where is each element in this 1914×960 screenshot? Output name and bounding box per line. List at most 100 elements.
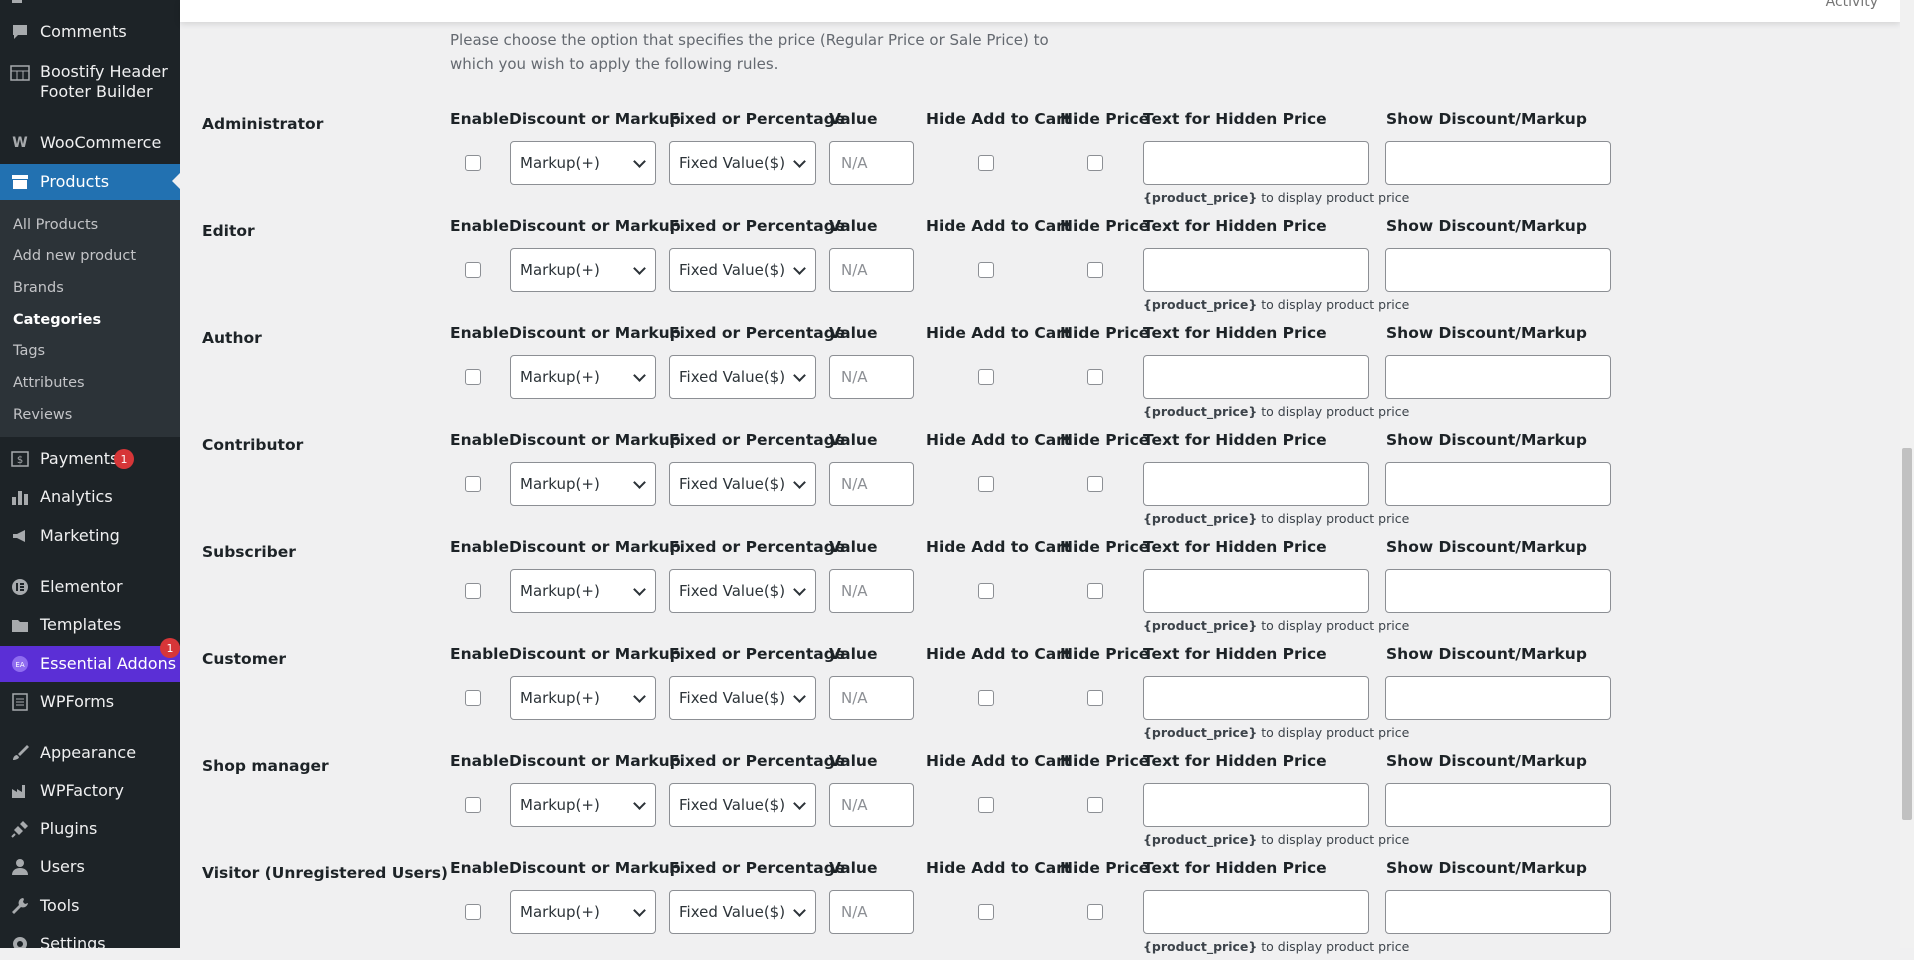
- show-discount-markup-input[interactable]: [1385, 355, 1611, 399]
- menu-users[interactable]: Users: [0, 850, 180, 884]
- menu-tools[interactable]: Tools: [0, 889, 180, 923]
- menu-comments[interactable]: Comments: [0, 15, 180, 49]
- text-hidden-price-input[interactable]: [1143, 248, 1369, 292]
- hide-price-checkbox[interactable]: [1087, 262, 1103, 278]
- hide-add-to-cart-checkbox[interactable]: [978, 155, 994, 171]
- submenu-categories[interactable]: Categories: [13, 311, 101, 329]
- menu-settings[interactable]: Settings: [0, 927, 180, 948]
- hidden-price-hint: {product_price} to display product price: [1143, 725, 1409, 740]
- show-discount-markup-input[interactable]: [1385, 462, 1611, 506]
- menu-appearance[interactable]: Appearance: [0, 736, 180, 770]
- text-hidden-price-input[interactable]: [1143, 890, 1369, 934]
- menu-products[interactable]: Products: [0, 164, 180, 200]
- submenu-add-new-product[interactable]: Add new product: [13, 247, 136, 265]
- hide-price-checkbox[interactable]: [1087, 690, 1103, 706]
- hide-add-to-cart-checkbox[interactable]: [978, 690, 994, 706]
- value-input[interactable]: N/A: [829, 355, 914, 399]
- enable-checkbox[interactable]: [465, 155, 481, 171]
- enable-checkbox[interactable]: [465, 476, 481, 492]
- select-value: Fixed Value($): [679, 261, 786, 279]
- hint-token: {product_price}: [1143, 832, 1258, 847]
- show-discount-markup-input[interactable]: [1385, 676, 1611, 720]
- show-discount-markup-input[interactable]: [1385, 890, 1611, 934]
- svg-text:$: $: [17, 455, 23, 466]
- text-hidden-price-input[interactable]: [1143, 355, 1369, 399]
- value-input[interactable]: N/A: [829, 462, 914, 506]
- hide-add-to-cart-checkbox[interactable]: [978, 583, 994, 599]
- hide-price-checkbox[interactable]: [1087, 476, 1103, 492]
- hide-price-checkbox[interactable]: [1087, 155, 1103, 171]
- hide-price-checkbox[interactable]: [1087, 369, 1103, 385]
- hide-add-to-cart-checkbox[interactable]: [978, 904, 994, 920]
- text-hidden-price-input[interactable]: [1143, 569, 1369, 613]
- value-header: Value: [829, 110, 878, 128]
- show-discount-markup-input[interactable]: [1385, 141, 1611, 185]
- text-hidden-price-input[interactable]: [1143, 676, 1369, 720]
- enable-checkbox[interactable]: [465, 904, 481, 920]
- fixed-or-percentage-select[interactable]: Fixed Value($): [669, 783, 816, 827]
- value-input[interactable]: N/A: [829, 141, 914, 185]
- discount-or-markup-select[interactable]: Markup(+): [510, 462, 656, 506]
- submenu-all-products[interactable]: All Products: [13, 216, 98, 234]
- scrollbar[interactable]: [1900, 0, 1914, 948]
- activity-link[interactable]: Activity: [1826, 0, 1878, 10]
- enable-checkbox[interactable]: [465, 583, 481, 599]
- submenu-reviews[interactable]: Reviews: [13, 406, 72, 424]
- hide-add-to-cart-checkbox[interactable]: [978, 797, 994, 813]
- menu-payments[interactable]: $ Payments 1: [0, 442, 180, 476]
- value-input[interactable]: N/A: [829, 890, 914, 934]
- menu-templates[interactable]: Templates: [0, 608, 180, 642]
- fixed-or-percentage-select[interactable]: Fixed Value($): [669, 141, 816, 185]
- enable-checkbox[interactable]: [465, 797, 481, 813]
- role-row: Visitor (Unregistered Users) Enable Disc…: [180, 853, 1880, 960]
- submenu-attributes[interactable]: Attributes: [13, 374, 85, 392]
- submenu-tags[interactable]: Tags: [13, 342, 45, 360]
- fixed-or-percentage-select[interactable]: Fixed Value($): [669, 355, 816, 399]
- enable-checkbox[interactable]: [465, 369, 481, 385]
- scrollbar-thumb[interactable]: [1902, 448, 1912, 820]
- menu-plugins[interactable]: Plugins: [0, 812, 180, 846]
- fixed-or-percentage-select[interactable]: Fixed Value($): [669, 569, 816, 613]
- discount-or-markup-select[interactable]: Markup(+): [510, 890, 656, 934]
- discount-or-markup-select[interactable]: Markup(+): [510, 141, 656, 185]
- value-input[interactable]: N/A: [829, 248, 914, 292]
- menu-analytics[interactable]: Analytics: [0, 480, 180, 514]
- value-input[interactable]: N/A: [829, 569, 914, 613]
- discount-or-markup-select[interactable]: Markup(+): [510, 783, 656, 827]
- fixed-or-percentage-select[interactable]: Fixed Value($): [669, 890, 816, 934]
- hide-price-checkbox[interactable]: [1087, 904, 1103, 920]
- hide-add-to-cart-checkbox[interactable]: [978, 369, 994, 385]
- text-hidden-price-input[interactable]: [1143, 141, 1369, 185]
- menu-essential-addons[interactable]: EA Essential Addons 1: [0, 638, 180, 682]
- fixed-or-percentage-select[interactable]: Fixed Value($): [669, 248, 816, 292]
- menu-elementor[interactable]: Elementor: [0, 570, 180, 604]
- fixed-or-percentage-select[interactable]: Fixed Value($): [669, 676, 816, 720]
- discount-or-markup-header: Discount or Markup: [509, 859, 681, 877]
- fixed-or-percentage-select[interactable]: Fixed Value($): [669, 462, 816, 506]
- discount-or-markup-select[interactable]: Markup(+): [510, 248, 656, 292]
- hide-price-checkbox[interactable]: [1087, 583, 1103, 599]
- discount-or-markup-select[interactable]: Markup(+): [510, 569, 656, 613]
- fixed-or-percentage-header: Fixed or Percentage: [669, 752, 846, 770]
- show-discount-markup-input[interactable]: [1385, 248, 1611, 292]
- menu-wpfactory[interactable]: WPFactory: [0, 774, 180, 808]
- text-hidden-price-input[interactable]: [1143, 783, 1369, 827]
- discount-or-markup-select[interactable]: Markup(+): [510, 355, 656, 399]
- menu-wpforms[interactable]: WPForms: [0, 685, 180, 719]
- menu-woocommerce[interactable]: W WooCommerce: [0, 126, 180, 160]
- discount-or-markup-select[interactable]: Markup(+): [510, 676, 656, 720]
- hide-add-to-cart-checkbox[interactable]: [978, 262, 994, 278]
- menu-marketing[interactable]: Marketing: [0, 519, 180, 553]
- hide-price-checkbox[interactable]: [1087, 797, 1103, 813]
- enable-checkbox[interactable]: [465, 262, 481, 278]
- text-hidden-price-input[interactable]: [1143, 462, 1369, 506]
- show-discount-markup-input[interactable]: [1385, 783, 1611, 827]
- select-value: Markup(+): [520, 261, 600, 279]
- hide-add-to-cart-checkbox[interactable]: [978, 476, 994, 492]
- submenu-brands[interactable]: Brands: [13, 279, 64, 297]
- menu-boostify[interactable]: Boostify Header Footer Builder: [0, 59, 180, 105]
- value-input[interactable]: N/A: [829, 676, 914, 720]
- show-discount-markup-input[interactable]: [1385, 569, 1611, 613]
- value-input[interactable]: N/A: [829, 783, 914, 827]
- enable-checkbox[interactable]: [465, 690, 481, 706]
